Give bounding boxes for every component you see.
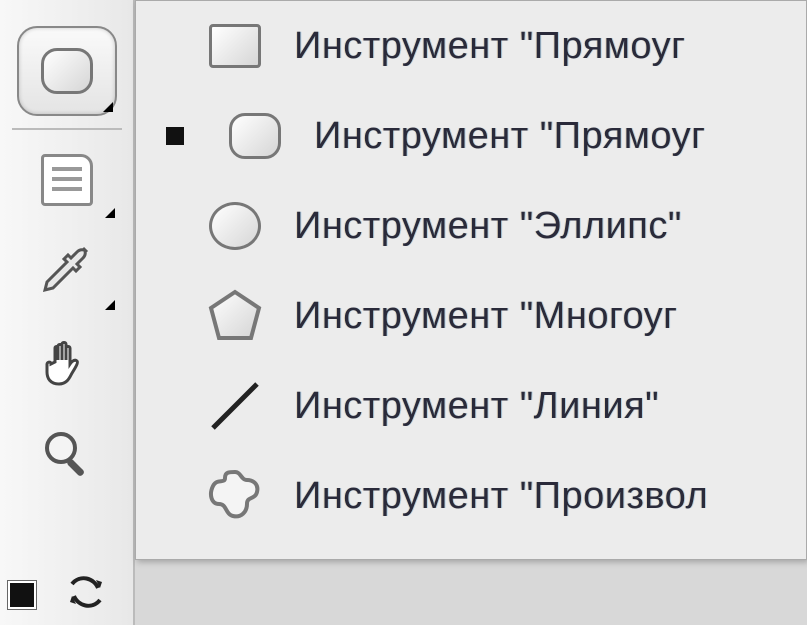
flyout-indicator-icon [105, 300, 115, 310]
magnifier-icon [39, 426, 95, 487]
menu-label: Инструмент "Линия" [294, 385, 659, 428]
menu-item-custom-shape[interactable]: Инструмент "Произвол [136, 451, 806, 541]
ellipse-icon [209, 202, 261, 250]
menu-label: Инструмент "Эллипс" [294, 205, 682, 248]
menu-item-rounded-rectangle[interactable]: Инструмент "Прямоуг [136, 91, 806, 181]
menu-item-ellipse[interactable]: Инструмент "Эллипс" [136, 181, 806, 271]
rounded-rectangle-icon [229, 113, 281, 159]
eyedropper-icon [39, 242, 95, 303]
rounded-rectangle-icon [41, 48, 93, 94]
rectangle-icon [209, 24, 261, 68]
notes-icon [41, 154, 93, 206]
polygon-icon [204, 285, 266, 347]
menu-item-rectangle[interactable]: Инструмент "Прямоуг [136, 1, 806, 91]
rounded-rectangle-tool[interactable] [17, 26, 117, 116]
zoom-tool[interactable] [17, 416, 117, 496]
eyedropper-tool[interactable] [17, 232, 117, 312]
menu-item-line[interactable]: Инструмент "Линия" [136, 361, 806, 451]
tools-panel [0, 0, 135, 625]
menu-label: Инструмент "Произвол [294, 475, 708, 518]
custom-shape-icon [204, 465, 266, 527]
color-controls [8, 572, 106, 617]
swap-colors-icon[interactable] [66, 572, 106, 617]
foreground-color-swatch[interactable] [8, 581, 36, 609]
menu-label: Инструмент "Прямоуг [294, 25, 685, 68]
flyout-indicator-icon [105, 208, 115, 218]
line-icon [204, 375, 266, 437]
shape-tools-flyout: Инструмент "Прямоуг Инструмент "Прямоуг … [135, 0, 807, 560]
toolbar-divider [12, 128, 122, 130]
selected-indicator-icon [166, 127, 184, 145]
hand-icon [39, 334, 95, 395]
menu-label: Инструмент "Прямоуг [314, 115, 705, 158]
menu-label: Инструмент "Многоуг [294, 295, 678, 338]
notes-tool[interactable] [17, 140, 117, 220]
flyout-indicator-icon [103, 102, 113, 112]
hand-tool[interactable] [17, 324, 117, 404]
menu-item-polygon[interactable]: Инструмент "Многоуг [136, 271, 806, 361]
